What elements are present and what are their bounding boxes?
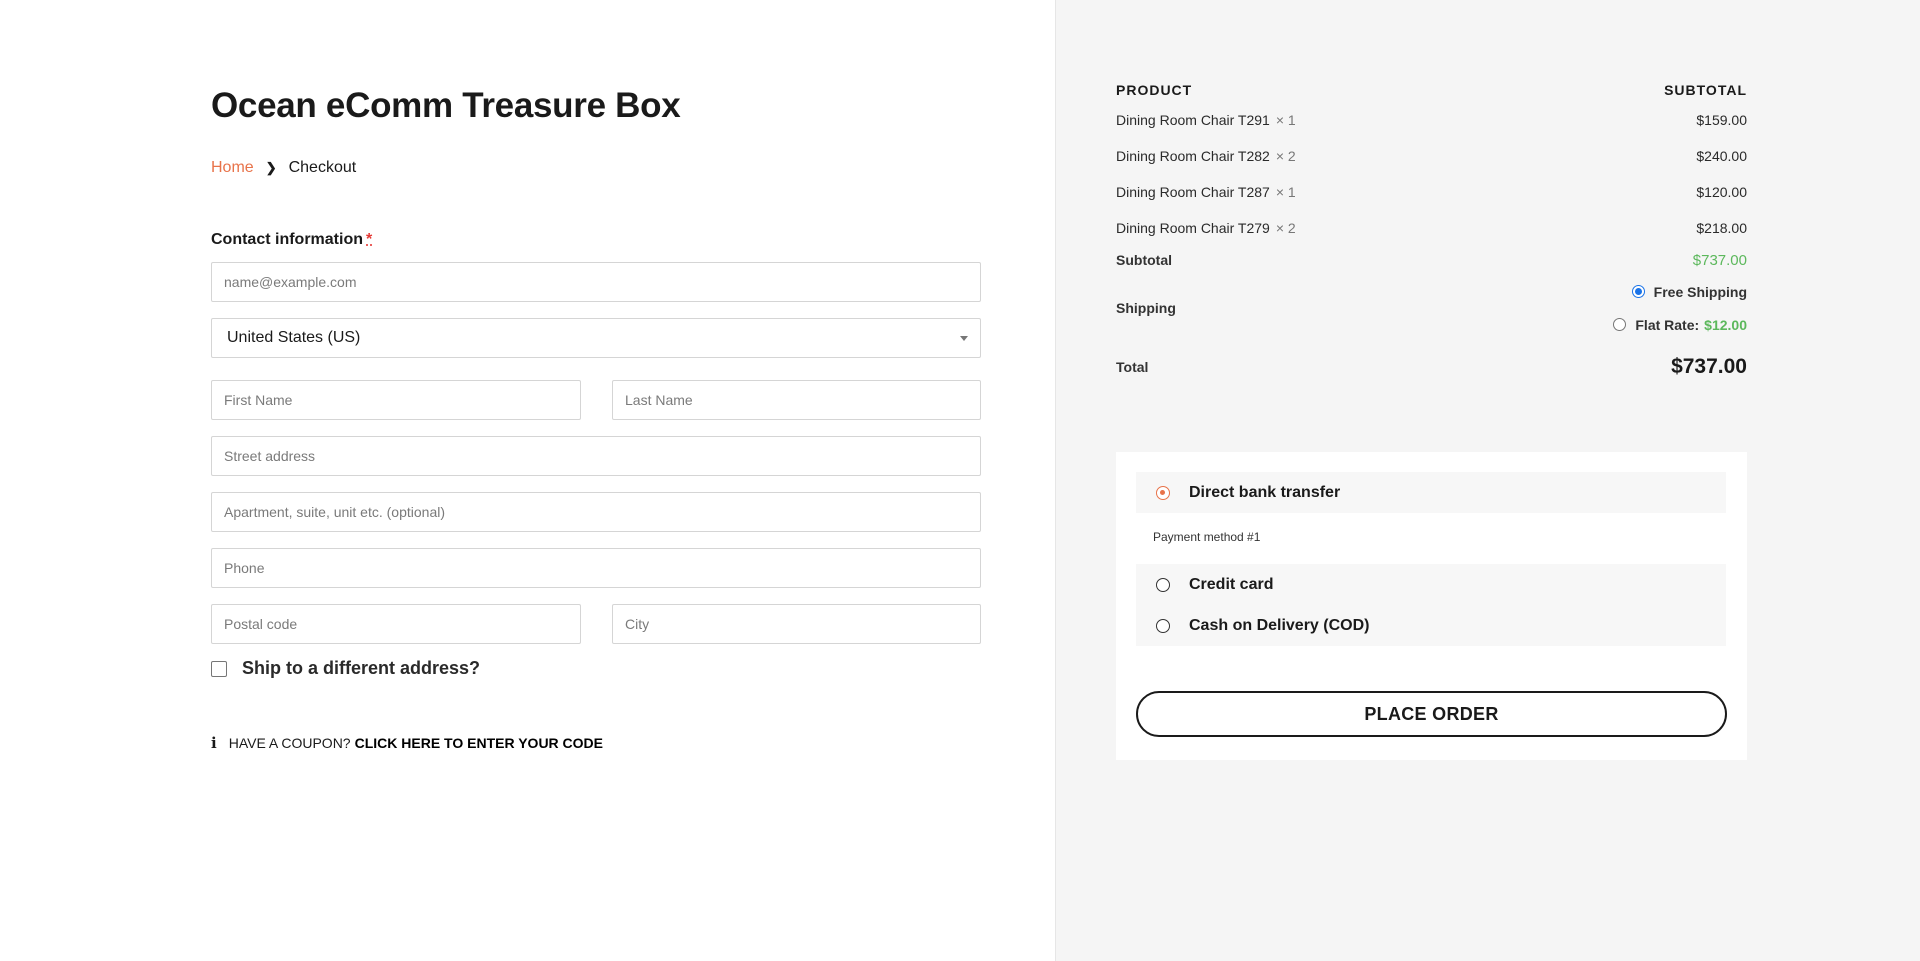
order-table-header: PRODUCT SUBTOTAL — [1116, 82, 1747, 100]
first-name-input[interactable] — [224, 392, 568, 408]
shipping-option-free[interactable]: Free Shipping — [1631, 284, 1747, 300]
order-item-row: Dining Room Chair T279 × 2 $218.00 — [1116, 210, 1747, 246]
last-name-input[interactable] — [625, 392, 968, 408]
breadcrumb-current: Checkout — [288, 159, 357, 176]
ship-different-address-checkbox[interactable] — [211, 660, 227, 677]
apartment-field[interactable] — [211, 492, 981, 532]
place-order-button[interactable]: PLACE ORDER — [1136, 691, 1727, 737]
contact-information-label: Contact information * — [211, 231, 372, 249]
total-row: Total $737.00 — [1116, 342, 1747, 392]
info-icon: i — [211, 734, 217, 752]
subtotal-label: Subtotal — [1116, 252, 1172, 268]
item-name: Dining Room Chair T282 — [1116, 148, 1270, 164]
item-quantity: × 1 — [1275, 112, 1296, 128]
payment-method-bank-transfer[interactable]: Direct bank transfer — [1136, 472, 1726, 513]
phone-input[interactable] — [224, 560, 968, 576]
item-name: Dining Room Chair T279 — [1116, 220, 1270, 236]
subtotal-row: Subtotal $737.00 — [1116, 246, 1747, 274]
street-address-field[interactable] — [211, 436, 981, 476]
postal-code-field[interactable] — [211, 604, 581, 644]
total-label: Total — [1116, 359, 1149, 375]
shipping-options: Free Shipping Flat Rate: $12.00 — [1613, 284, 1747, 333]
payment-method-label[interactable]: Cash on Delivery (COD) — [1189, 617, 1369, 635]
item-price: $159.00 — [1696, 112, 1747, 128]
email-input[interactable] — [224, 274, 968, 290]
ship-different-address-row[interactable]: Ship to a different address? — [211, 658, 480, 679]
required-mark: * — [366, 231, 373, 248]
payment-method-description: Payment method #1 — [1153, 530, 1261, 544]
coupon-notice: i HAVE A COUPON? CLICK HERE TO ENTER YOU… — [211, 734, 603, 752]
payment-method-label[interactable]: Direct bank transfer — [1189, 484, 1340, 502]
shipping-option-label[interactable]: Flat Rate: — [1635, 317, 1699, 333]
total-value: $737.00 — [1671, 355, 1747, 378]
payment-method-label[interactable]: Credit card — [1189, 576, 1273, 594]
page-title: Ocean eComm Treasure Box — [211, 86, 681, 125]
shipping-option-flat-rate[interactable]: Flat Rate: $12.00 — [1613, 317, 1747, 333]
postal-code-input[interactable] — [224, 616, 568, 632]
ship-different-address-label[interactable]: Ship to a different address? — [242, 658, 480, 679]
apartment-input[interactable] — [224, 504, 968, 520]
payment-methods-box: Direct bank transfer Payment method #1 C… — [1116, 452, 1747, 760]
shipping-option-label[interactable]: Free Shipping — [1654, 284, 1747, 300]
city-input[interactable] — [625, 616, 968, 632]
phone-field[interactable] — [211, 548, 981, 588]
last-name-field[interactable] — [612, 380, 981, 420]
bank-transfer-radio[interactable] — [1156, 485, 1170, 500]
order-review-table: PRODUCT SUBTOTAL Dining Room Chair T291 ×… — [1116, 82, 1747, 392]
contact-label-text: Contact information — [211, 231, 363, 248]
item-price: $218.00 — [1696, 220, 1747, 236]
order-item-row: Dining Room Chair T282 × 2 $240.00 — [1116, 138, 1747, 174]
city-field[interactable] — [612, 604, 981, 644]
dropdown-caret-icon — [960, 335, 968, 341]
shipping-row: Shipping Free Shipping Flat Rate: $12.00 — [1116, 274, 1747, 342]
credit-card-radio[interactable] — [1156, 577, 1170, 592]
shipping-label: Shipping — [1116, 300, 1176, 316]
product-column-header: PRODUCT — [1116, 82, 1193, 98]
item-quantity: × 2 — [1275, 148, 1296, 164]
street-address-input[interactable] — [224, 448, 968, 464]
order-item-row: Dining Room Chair T287 × 1 $120.00 — [1116, 174, 1747, 210]
item-price: $120.00 — [1696, 184, 1747, 200]
coupon-enter-code-link[interactable]: CLICK HERE TO ENTER YOUR CODE — [355, 735, 603, 751]
item-name: Dining Room Chair T291 — [1116, 112, 1270, 128]
first-name-field[interactable] — [211, 380, 581, 420]
payment-method-credit-card[interactable]: Credit card — [1136, 564, 1726, 605]
payment-method-cod[interactable]: Cash on Delivery (COD) — [1136, 605, 1726, 646]
cod-radio[interactable] — [1156, 618, 1170, 633]
country-select[interactable]: United States (US) — [211, 318, 981, 358]
country-selected-value: United States (US) — [227, 329, 361, 346]
breadcrumb-home-link[interactable]: Home — [211, 159, 254, 177]
coupon-prompt: HAVE A COUPON? — [228, 735, 351, 751]
breadcrumb: Home ❯ Checkout — [211, 159, 356, 177]
order-item-row: Dining Room Chair T291 × 1 $159.00 — [1116, 102, 1747, 138]
checkout-form-panel: Ocean eComm Treasure Box Home ❯ Checkout… — [0, 0, 1055, 961]
item-quantity: × 2 — [1275, 220, 1296, 236]
subtotal-value: $737.00 — [1692, 251, 1747, 269]
flat-rate-radio[interactable] — [1613, 318, 1627, 331]
item-name: Dining Room Chair T287 — [1116, 184, 1270, 200]
chevron-right-icon: ❯ — [265, 160, 277, 175]
item-quantity: × 1 — [1275, 184, 1296, 200]
item-price: $240.00 — [1696, 148, 1747, 164]
email-field[interactable] — [211, 262, 981, 302]
flat-rate-price: $12.00 — [1704, 316, 1747, 333]
subtotal-column-header: SUBTOTAL — [1664, 82, 1747, 98]
free-shipping-radio[interactable] — [1631, 285, 1645, 298]
